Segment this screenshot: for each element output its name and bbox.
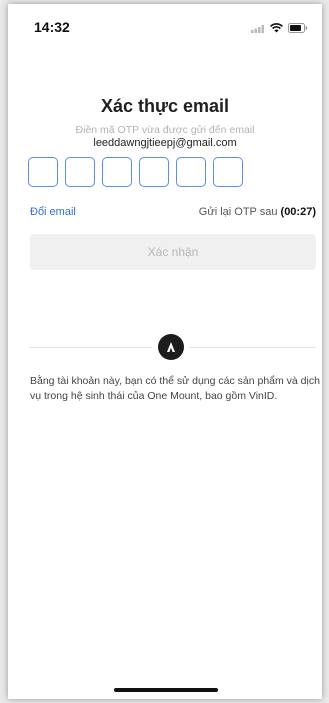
otp-digit-3[interactable] xyxy=(102,157,132,187)
status-time: 14:32 xyxy=(34,19,70,35)
signal-icon xyxy=(251,20,265,38)
otp-digit-2[interactable] xyxy=(65,157,95,187)
confirm-button[interactable]: Xác nhận xyxy=(30,234,316,270)
otp-digit-6[interactable] xyxy=(213,157,243,187)
target-email: leeddawngjtieepj@gmail.com xyxy=(93,137,237,149)
otp-input-group xyxy=(28,157,243,187)
status-bar: 14:32 xyxy=(8,4,322,44)
resend-timer: (00:27) xyxy=(280,206,316,218)
change-email-link[interactable]: Đổi email xyxy=(30,206,76,218)
otp-digit-4[interactable] xyxy=(139,157,169,187)
otp-digit-5[interactable] xyxy=(176,157,206,187)
resend-otp-countdown: Gửi lại OTP sau (00:27) xyxy=(199,206,316,218)
resend-label: Gửi lại OTP sau xyxy=(198,206,278,218)
wifi-icon xyxy=(270,20,283,38)
ecosystem-disclaimer: Bằng tài khoản này, bạn có thể sử dụng c… xyxy=(30,375,320,402)
otp-digit-1[interactable] xyxy=(28,157,58,187)
status-icons xyxy=(251,20,308,38)
page-title: Xác thực email xyxy=(100,96,230,116)
home-indicator[interactable] xyxy=(114,688,218,692)
otp-instruction: Điền mã OTP vừa được gửi đến email xyxy=(75,124,255,136)
phone-screen: 14:32 Xác thực email Điền mã OTP vừa đượ… xyxy=(8,4,322,699)
one-mount-logo-icon xyxy=(158,334,184,360)
battery-icon xyxy=(288,20,308,38)
